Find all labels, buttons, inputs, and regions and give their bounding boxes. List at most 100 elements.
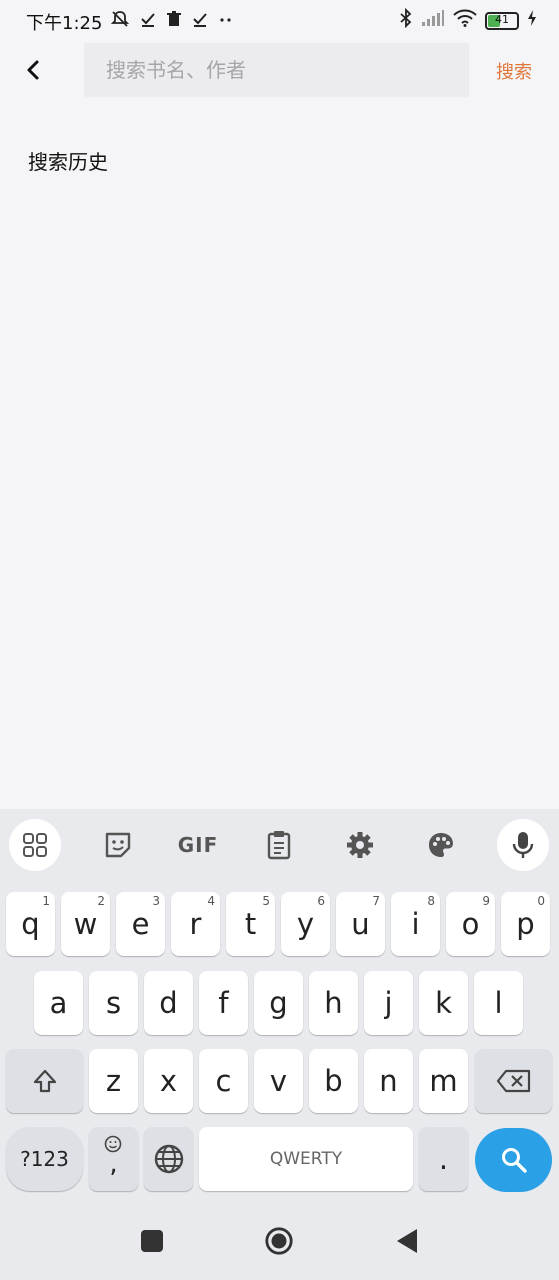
key-d-label: d <box>159 986 178 1020</box>
bell-off-icon <box>110 9 130 34</box>
key-k-label: k <box>435 986 452 1020</box>
key-e-label: e <box>131 907 150 941</box>
key-b-label: b <box>324 1064 343 1098</box>
key-c-label: c <box>215 1064 232 1098</box>
status-system-icons: 41 <box>399 7 537 33</box>
key-i-hint: 8 <box>427 894 435 908</box>
key-x-label: x <box>159 1064 178 1098</box>
key-t[interactable]: t5 <box>226 892 275 956</box>
trash-icon <box>166 11 182 32</box>
space-key-label: QWERTY <box>269 1149 343 1169</box>
key-o-label: o <box>461 907 480 941</box>
key-f[interactable]: f <box>199 971 248 1035</box>
key-w-hint: 2 <box>97 894 105 908</box>
key-s-label: s <box>105 986 122 1020</box>
key-n[interactable]: n <box>364 1049 413 1113</box>
key-r-hint: 4 <box>207 894 215 908</box>
backspace-key[interactable] <box>475 1049 552 1113</box>
key-p[interactable]: p0 <box>501 892 550 956</box>
backspace-icon <box>496 1069 530 1093</box>
key-s[interactable]: s <box>89 971 138 1035</box>
chevron-left-icon <box>27 60 39 80</box>
clipboard-button[interactable] <box>253 819 305 871</box>
key-w-label: w <box>73 907 98 941</box>
key-o-hint: 9 <box>482 894 490 908</box>
key-q-hint: 1 <box>42 894 50 908</box>
shift-key[interactable] <box>6 1049 83 1113</box>
key-d[interactable]: d <box>144 971 193 1035</box>
key-v-label: v <box>269 1064 288 1098</box>
key-u[interactable]: u7 <box>336 892 385 956</box>
key-y-label: y <box>296 907 315 941</box>
key-z-label: z <box>105 1064 122 1098</box>
key-i-label: i <box>411 907 420 941</box>
key-r[interactable]: r4 <box>171 892 220 956</box>
key-x[interactable]: x <box>144 1049 193 1113</box>
key-e[interactable]: e3 <box>116 892 165 956</box>
search-key[interactable] <box>475 1128 552 1192</box>
recents-button[interactable] <box>137 1226 167 1256</box>
key-z[interactable]: z <box>89 1049 138 1113</box>
signal-icon <box>421 9 445 32</box>
key-w[interactable]: w2 <box>61 892 110 956</box>
apps-button[interactable] <box>9 819 61 871</box>
key-i[interactable]: i8 <box>391 892 440 956</box>
key-j-label: j <box>384 986 393 1020</box>
search-input[interactable] <box>84 43 469 97</box>
key-v[interactable]: v <box>254 1049 303 1113</box>
check-icon <box>140 11 156 32</box>
search-button[interactable]: 搜索 <box>496 58 532 84</box>
voice-input-button[interactable] <box>497 819 549 871</box>
key-h[interactable]: h <box>309 971 358 1035</box>
back-nav-button[interactable] <box>392 1226 422 1256</box>
key-l[interactable]: l <box>474 971 523 1035</box>
status-time: 下午1:25 <box>26 13 103 34</box>
search-box[interactable] <box>84 43 469 97</box>
navigation-bar <box>0 1200 559 1280</box>
key-e-hint: 3 <box>152 894 160 908</box>
emoji-comma-key[interactable]: , <box>89 1127 138 1191</box>
key-o[interactable]: o9 <box>446 892 495 956</box>
search-history-title: 搜索历史 <box>28 150 108 174</box>
symbols-key-label: ?123 <box>20 1147 69 1171</box>
settings-button[interactable] <box>334 819 386 871</box>
palette-icon <box>429 833 453 857</box>
sticker-button[interactable] <box>92 819 144 871</box>
gif-label: GIF <box>177 833 219 857</box>
period-key-label: . <box>438 1142 449 1176</box>
emoji-icon <box>104 1135 122 1153</box>
key-a[interactable]: a <box>34 971 83 1035</box>
key-r-label: r <box>189 907 202 941</box>
period-key[interactable]: . <box>419 1127 468 1191</box>
home-circle-icon <box>265 1227 293 1255</box>
status-bar: 下午1:25 41 <box>0 0 559 40</box>
key-y[interactable]: y6 <box>281 892 330 956</box>
key-l-label: l <box>494 986 503 1020</box>
key-g[interactable]: g <box>254 971 303 1035</box>
space-key[interactable]: QWERTY <box>199 1127 413 1191</box>
wifi-icon <box>453 9 477 32</box>
key-c[interactable]: c <box>199 1049 248 1113</box>
key-b[interactable]: b <box>309 1049 358 1113</box>
key-q-label: q <box>21 907 40 941</box>
battery-level: 41 <box>495 12 509 26</box>
mic-icon <box>512 832 534 858</box>
home-button[interactable] <box>264 1226 294 1256</box>
theme-button[interactable] <box>415 819 467 871</box>
key-m-label: m <box>429 1064 458 1098</box>
language-key[interactable] <box>144 1127 193 1191</box>
symbols-key[interactable]: ?123 <box>6 1127 83 1191</box>
back-button[interactable] <box>18 54 48 86</box>
globe-icon <box>154 1144 183 1174</box>
key-a-label: a <box>49 986 68 1020</box>
key-j[interactable]: j <box>364 971 413 1035</box>
key-h-label: h <box>324 986 343 1020</box>
key-m[interactable]: m <box>419 1049 468 1113</box>
clipboard-icon <box>267 831 291 860</box>
gif-button[interactable]: GIF <box>172 819 224 871</box>
key-q[interactable]: q1 <box>6 892 55 956</box>
more-dots-icon <box>218 11 234 32</box>
keyboard-toolbar: GIF <box>0 809 559 881</box>
key-k[interactable]: k <box>419 971 468 1035</box>
key-g-label: g <box>269 986 288 1020</box>
